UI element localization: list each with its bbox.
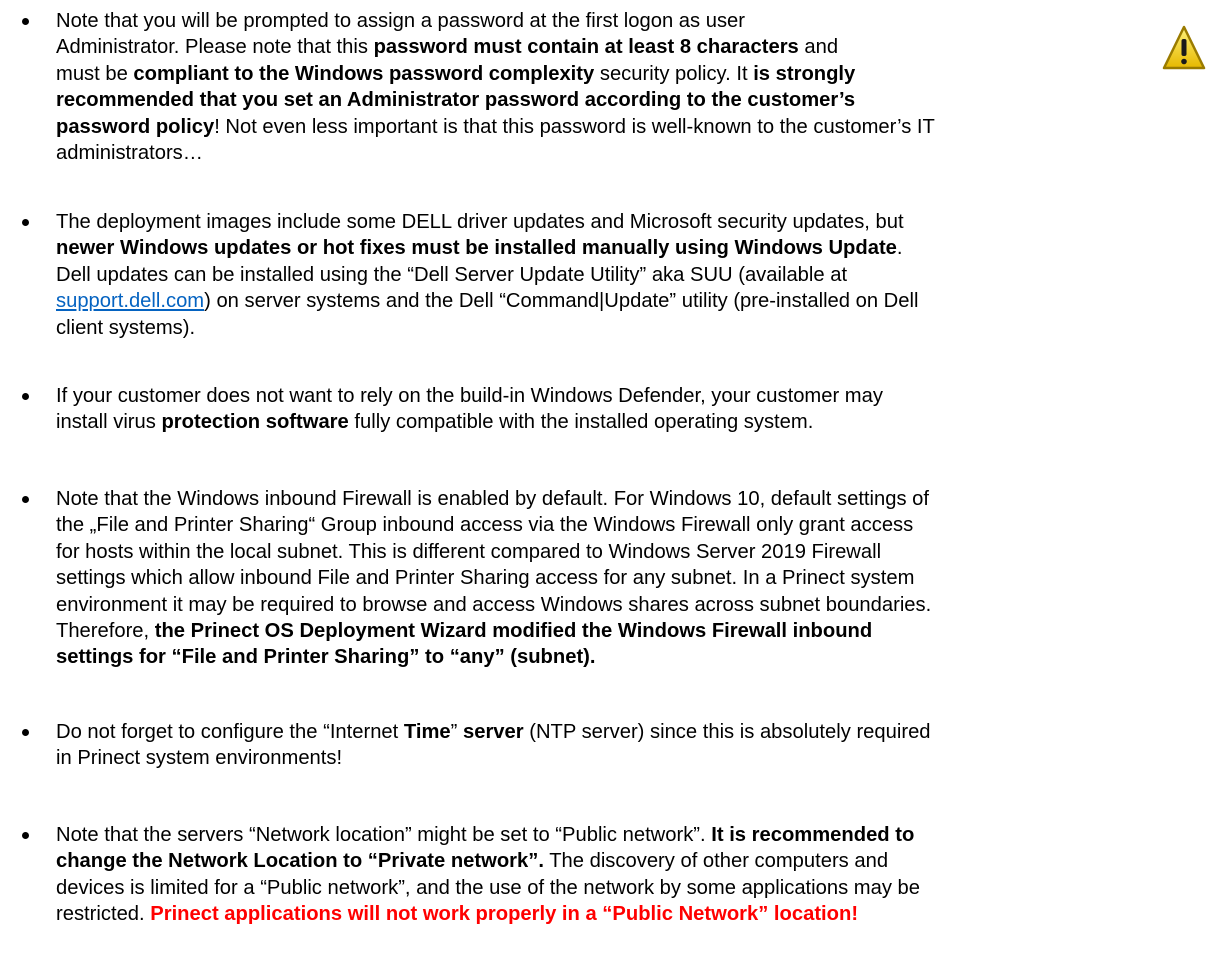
bullet-dot (22, 496, 29, 503)
emphasis: compliant to the Windows password comple… (133, 62, 595, 85)
bullet-item-firewall: Note that the Windows inbound Firewall i… (0, 486, 1231, 671)
emphasis: server (463, 721, 524, 743)
text-line: change the Network Location to “Private … (56, 850, 889, 873)
text-line: devices is limited for a “Public network… (56, 876, 920, 899)
text-line: the „File and Printer Sharing“ Group inb… (56, 514, 914, 537)
text-line: for hosts within the local subnet. This … (56, 540, 882, 563)
emphasis: protection software (161, 411, 349, 434)
text-line: settings which allow inbound File and Pr… (56, 567, 915, 590)
support-dell-link[interactable]: support.dell.com (56, 290, 204, 312)
text-line: client systems). (56, 316, 196, 339)
text-line: support.dell.com) on server systems and … (56, 290, 919, 313)
text-line: recommended that you set an Administrato… (56, 87, 1227, 113)
text-line: settings for “File and Printer Sharing” … (56, 644, 1227, 670)
emphasis: the Prinect OS Deployment Wizard modifie… (154, 620, 873, 643)
bullet-item-updates: The deployment images include some DELL … (0, 209, 1231, 341)
emphasis: is strongly (753, 62, 856, 85)
text-line: If your customer does not want to rely o… (56, 385, 883, 407)
text-line: restricted. Prinect applications will no… (56, 903, 859, 926)
emphasis: password must contain at least 8 charact… (373, 36, 799, 59)
bullet-dot (22, 729, 29, 736)
text-line: Do not forget to configure the “Internet… (56, 721, 931, 743)
text-line: Dell updates can be installed using the … (56, 263, 848, 286)
text-line: administrators… (56, 142, 203, 165)
text-line: Note that the Windows inbound Firewall i… (56, 488, 930, 510)
emphasis: Time (403, 721, 451, 743)
text-line: Note that the servers “Network location”… (56, 824, 915, 846)
text-line: password policy! Not even less important… (56, 115, 935, 138)
bullet-dot (22, 832, 29, 839)
warning-emphasis: Prinect applications will not work prope… (150, 903, 859, 926)
text-line: newer Windows updates or hot fixes must … (56, 237, 903, 260)
text-line: install virus protection software fully … (56, 411, 814, 434)
text-line: must be compliant to the Windows passwor… (56, 62, 856, 85)
bullet-item-time-server: Do not forget to configure the “Internet… (0, 719, 1231, 772)
emphasis: recommended that you set an Administrato… (56, 89, 856, 112)
bullet-dot (22, 219, 29, 226)
bullet-dot (22, 393, 29, 400)
emphasis: newer Windows updates or hot fixes must … (56, 237, 897, 260)
bullet-item-antivirus: If your customer does not want to rely o… (0, 383, 1231, 436)
bullet-item-password: Note that you will be prompted to assign… (0, 8, 1231, 166)
text-line: environment it may be required to browse… (56, 593, 932, 616)
emphasis: settings for “File and Printer Sharing” … (56, 646, 596, 669)
text-line: Note that you will be prompted to assign… (56, 10, 745, 32)
text-line: in Prinect system environments! (56, 747, 343, 770)
emphasis: password policy (56, 115, 215, 138)
text-line: Administrator. Please note that this pas… (56, 36, 839, 59)
bullet-item-network-location: Note that the servers “Network location”… (0, 822, 1231, 928)
emphasis: It is recommended to (711, 824, 915, 846)
emphasis: change the Network Location to “Private … (56, 850, 544, 873)
text-line: The deployment images include some DELL … (56, 211, 904, 233)
bullet-dot (22, 18, 29, 25)
text-line: Therefore, the Prinect OS Deployment Wiz… (56, 620, 873, 643)
